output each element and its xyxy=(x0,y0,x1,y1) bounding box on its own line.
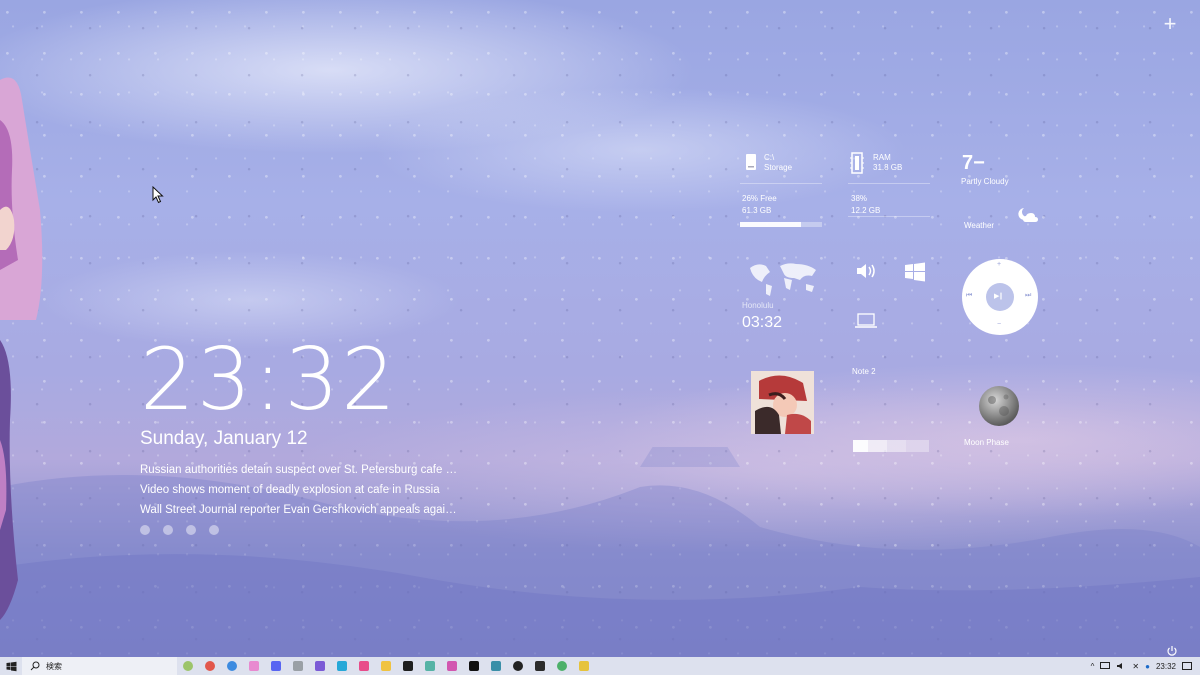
app-icon[interactable] xyxy=(579,661,589,671)
previous-track-icon[interactable]: ⏮ xyxy=(966,292,972,300)
note-title[interactable]: Note 2 xyxy=(852,367,876,377)
chrome-icon[interactable] xyxy=(227,661,237,671)
close-icon[interactable]: ✕ xyxy=(1132,662,1139,671)
app-icon[interactable] xyxy=(491,661,501,671)
weather-label: Weather xyxy=(964,221,995,230)
mouse-cursor-icon xyxy=(152,186,164,204)
cortana-icon[interactable] xyxy=(183,661,193,671)
speaker-icon[interactable] xyxy=(1116,662,1126,670)
tray-chevron-up-icon[interactable]: ^ xyxy=(1091,662,1095,671)
storage-free: 26% Free xyxy=(742,194,777,203)
ram-used: 12.2 GB xyxy=(851,206,881,215)
app-icon[interactable] xyxy=(403,661,413,671)
windows-start-icon xyxy=(6,661,16,671)
onedrive-icon[interactable]: ● xyxy=(1145,662,1150,671)
file-explorer-icon[interactable] xyxy=(381,661,391,671)
ram-total: 31.8 GB xyxy=(873,163,903,172)
weather-temp: 7− xyxy=(962,152,985,174)
page-dot[interactable] xyxy=(209,525,219,535)
app-icon[interactable] xyxy=(249,661,259,671)
news-item[interactable]: Wall Street Journal reporter Evan Gershk… xyxy=(140,500,460,520)
volume-up-icon[interactable]: + xyxy=(997,261,1001,268)
world-clock-time: 03:32 xyxy=(742,314,783,331)
power-icon[interactable] xyxy=(1166,645,1178,657)
divider xyxy=(848,216,930,217)
network-icon[interactable] xyxy=(1100,662,1111,670)
storage-widget[interactable]: C:\ Storage 26% Free 61.3 GB xyxy=(740,150,825,230)
news-item[interactable]: Russian authorities detain suspect over … xyxy=(140,460,460,480)
news-page-dots[interactable] xyxy=(140,525,219,535)
page-dot[interactable] xyxy=(186,525,196,535)
ram-widget[interactable]: RAM 31.8 GB 38% 12.2 GB xyxy=(848,150,933,220)
ram-chip-icon xyxy=(850,152,864,174)
weather-condition: Partly Cloudy xyxy=(961,177,1009,186)
discord-icon[interactable] xyxy=(271,661,281,671)
partly-cloudy-icon xyxy=(1018,208,1038,222)
taskbar: 検索 ^ ✕ ● 23:32 xyxy=(0,657,1200,675)
windows-logo-icon[interactable] xyxy=(904,262,926,282)
drive-letter: C:\ xyxy=(764,153,775,162)
play-pause-icon: ▶∥ xyxy=(994,293,1003,300)
next-track-icon[interactable]: ⏭ xyxy=(1025,292,1031,300)
taskbar-time[interactable]: 23:32 xyxy=(1156,662,1176,671)
start-button[interactable] xyxy=(0,657,22,675)
terminal-icon[interactable] xyxy=(535,661,545,671)
weather-widget[interactable]: 7− Partly Cloudy Weather xyxy=(958,150,1048,235)
news-item[interactable]: Video shows moment of deadly explosion a… xyxy=(140,480,460,500)
storage-bar-fill xyxy=(740,222,801,227)
world-clock-city: Honolulu xyxy=(742,301,774,310)
app-icon[interactable] xyxy=(425,661,435,671)
drive-icon xyxy=(746,154,756,170)
moon-icon xyxy=(979,386,1019,426)
app-icon[interactable] xyxy=(513,661,523,671)
note-input[interactable] xyxy=(853,440,929,452)
search-placeholder: 検索 xyxy=(46,661,62,671)
clock-time: 23:32 xyxy=(140,330,398,430)
volume-icon[interactable] xyxy=(855,262,877,280)
system-tray: ^ ✕ ● 23:32 xyxy=(1091,657,1200,675)
world-clock-widget[interactable]: Honolulu 03:32 xyxy=(740,258,825,338)
firefox-icon[interactable] xyxy=(205,661,215,671)
storage-size: 61.3 GB xyxy=(742,206,772,215)
divider xyxy=(740,183,822,184)
app-icon[interactable] xyxy=(337,661,347,671)
notification-icon[interactable] xyxy=(1182,661,1192,671)
app-icon[interactable] xyxy=(315,661,325,671)
app-icon[interactable] xyxy=(359,661,369,671)
world-map-icon xyxy=(750,263,816,296)
character-figure xyxy=(0,77,43,620)
page-dot[interactable] xyxy=(140,525,150,535)
moon-label: Moon Phase xyxy=(964,438,1009,447)
storage-label: Storage xyxy=(764,163,793,172)
storage-bar xyxy=(740,222,822,227)
app-icon[interactable] xyxy=(447,661,457,671)
laptop-icon[interactable] xyxy=(854,312,878,330)
taskbar-search[interactable]: 検索 xyxy=(22,657,177,675)
chrome-icon[interactable] xyxy=(557,661,567,671)
play-pause-button[interactable]: ▶∥ xyxy=(986,283,1014,311)
volume-down-icon[interactable]: − xyxy=(997,321,1001,328)
add-widget-button[interactable]: + xyxy=(1160,13,1180,35)
ram-label: RAM xyxy=(873,153,891,162)
news-feed: Russian authorities detain suspect over … xyxy=(140,460,460,520)
media-player-widget[interactable]: + − ⏮ ⏭ ▶∥ xyxy=(962,259,1038,335)
app-icon[interactable] xyxy=(469,661,479,671)
divider xyxy=(848,183,930,184)
album-art[interactable] xyxy=(751,371,814,434)
search-icon xyxy=(30,661,40,671)
app-icon[interactable] xyxy=(293,661,303,671)
clock-date: Sunday, January 12 xyxy=(140,428,308,449)
ram-percent: 38% xyxy=(851,194,868,203)
page-dot[interactable] xyxy=(163,525,173,535)
